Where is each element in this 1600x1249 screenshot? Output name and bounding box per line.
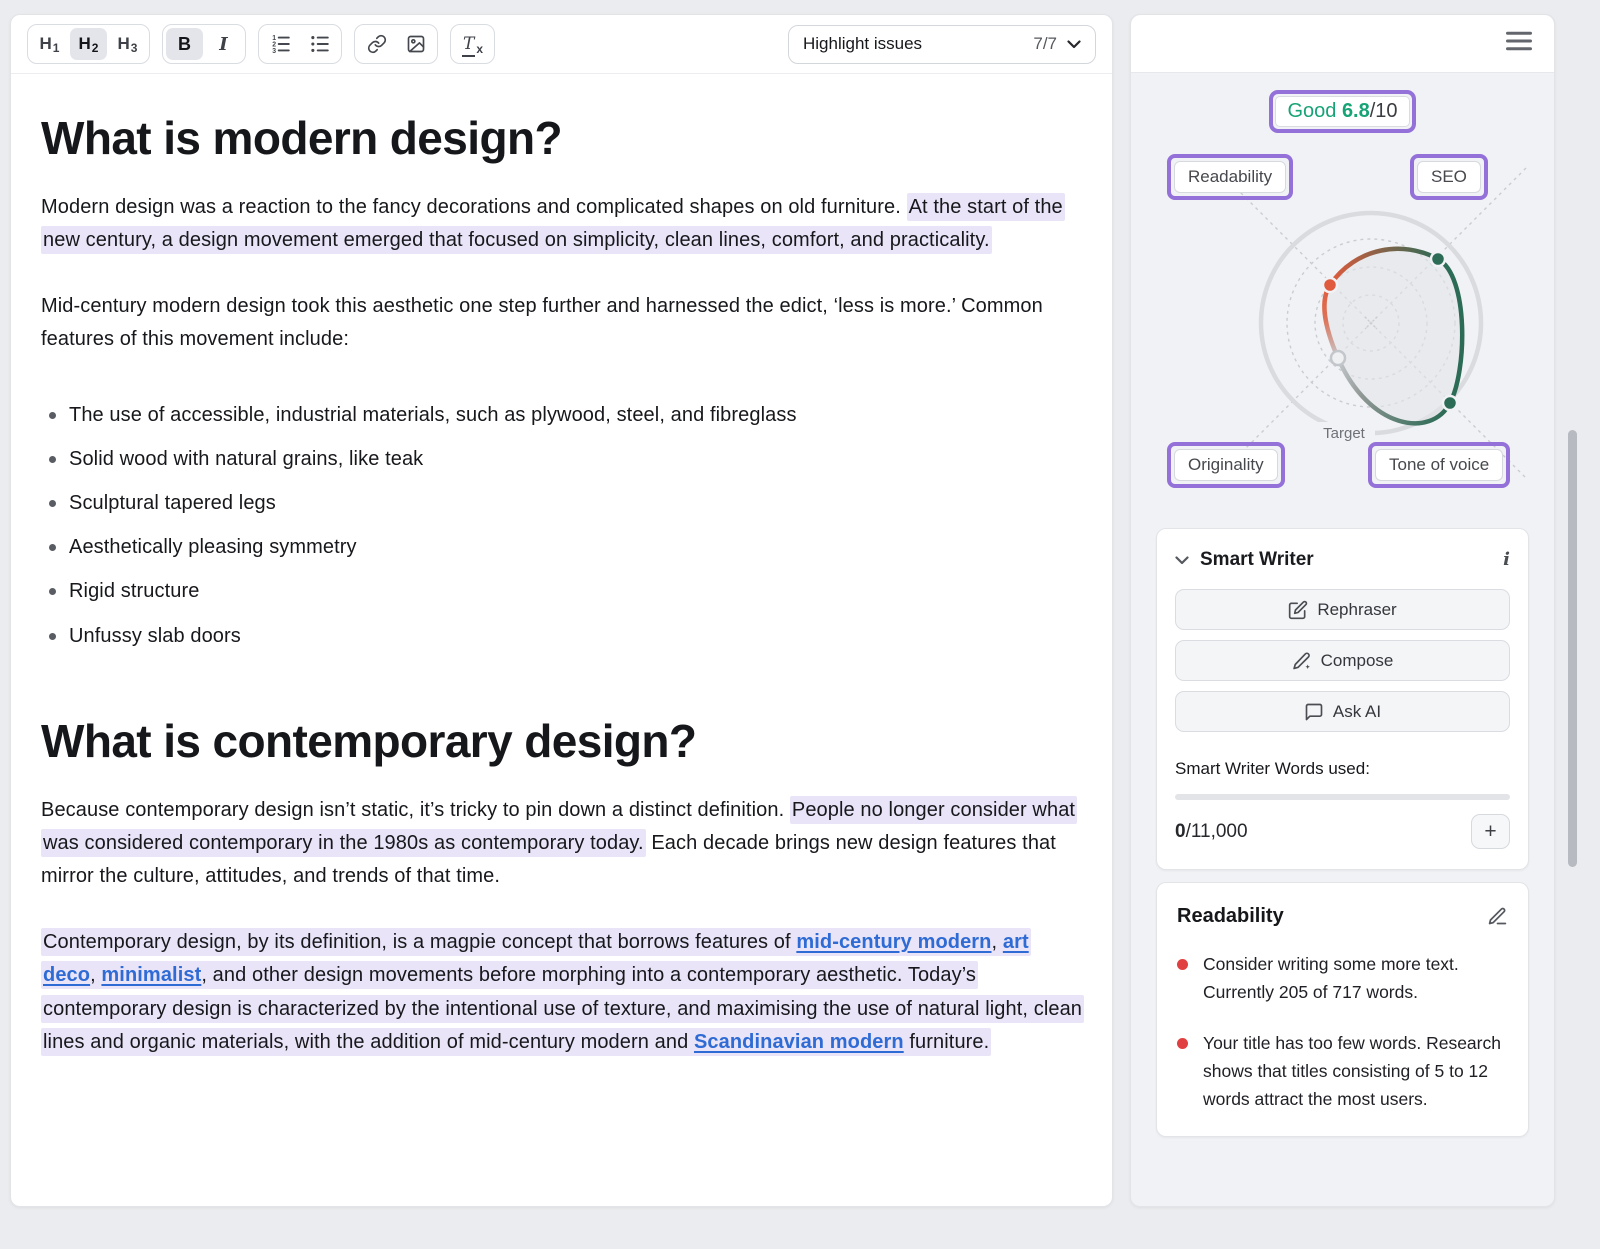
editor-toolbar: H1 H2 H3 B I 123 — [11, 15, 1112, 74]
chevron-down-icon — [1067, 34, 1081, 54]
clear-formatting-icon: Tx — [462, 34, 483, 54]
readability-point — [1323, 278, 1337, 292]
panel-body: Good 6.8/10 — [1131, 73, 1554, 1137]
doc-link[interactable]: mid-century modern — [796, 931, 991, 953]
bullet-list: The use of accessible, industrial materi… — [41, 399, 1086, 653]
quality-chart-area: Target Readability SEO Originality Tone … — [1131, 146, 1554, 488]
tone-of-voice-axis-label: Tone of voice — [1375, 449, 1503, 481]
editor-card: H1 H2 H3 B I 123 — [10, 14, 1113, 1207]
list-item: Unfussy slab doors — [69, 620, 1086, 653]
smart-writer-title: Smart Writer — [1200, 549, 1314, 571]
ask-ai-button[interactable]: Ask AI — [1175, 691, 1510, 732]
readability-card: Readability Consider writing some more t… — [1156, 882, 1529, 1137]
issue-bullet — [1177, 1038, 1188, 1049]
words-used-count: 0/11,000 — [1175, 821, 1248, 843]
format-button-group: B I — [162, 24, 246, 64]
insert-link-button[interactable] — [358, 28, 395, 60]
list-item: Sculptural tapered legs — [69, 487, 1086, 520]
svg-text:3: 3 — [272, 48, 276, 55]
document-editor[interactable]: What is modern design? Modern design was… — [11, 74, 1112, 1059]
heading-2-label: H — [79, 34, 91, 54]
highlight-issues-dropdown[interactable]: Highlight issues 7/7 — [788, 25, 1096, 64]
bold-button[interactable]: B — [166, 28, 203, 60]
overall-score: Good 6.8/10 — [1275, 96, 1409, 127]
compose-label: Compose — [1321, 651, 1394, 671]
words-used-label: Smart Writer Words used: — [1175, 759, 1510, 779]
seo-assistant-panel: Good 6.8/10 — [1130, 14, 1555, 1207]
highlight-issues-count: 7/7 — [1033, 34, 1057, 54]
image-icon — [406, 34, 426, 54]
bullet-list-button[interactable] — [301, 28, 338, 60]
readability-card-title: Readability — [1177, 905, 1284, 928]
issue-text: Consider writing some more text. Current… — [1203, 950, 1504, 1007]
insert-image-button[interactable] — [397, 28, 434, 60]
clear-formatting-button[interactable]: Tx — [454, 28, 491, 60]
ask-ai-label: Ask AI — [1333, 702, 1381, 722]
tone-of-voice-annotation-box: Tone of voice — [1368, 442, 1510, 488]
list-item: The use of accessible, industrial materi… — [69, 399, 1086, 432]
readability-annotation-box: Readability — [1167, 154, 1293, 200]
readability-issue: Your title has too few words. Research s… — [1177, 1029, 1508, 1114]
issue-highlight: Contemporary design, by its definition, … — [41, 928, 1084, 1056]
heading-3-label: H — [118, 34, 130, 54]
panel-header — [1131, 15, 1554, 73]
seo-point — [1431, 252, 1445, 266]
issue-text: Your title has too few words. Research s… — [1203, 1029, 1504, 1114]
list-button-group: 123 — [258, 24, 342, 64]
heading-1-button[interactable]: H1 — [31, 28, 68, 60]
highlight-issues-label: Highlight issues — [803, 34, 922, 54]
list-item: Solid wood with natural grains, like tea… — [69, 443, 1086, 476]
edit-pencil-icon[interactable] — [1487, 906, 1508, 927]
rephraser-button[interactable]: Rephraser — [1175, 589, 1510, 630]
chat-bubble-icon — [1304, 702, 1324, 722]
originality-point — [1331, 351, 1345, 365]
paragraph: Contemporary design, by its definition, … — [41, 926, 1086, 1059]
list-item: Aesthetically pleasing symmetry — [69, 531, 1086, 564]
bullet-list-icon — [309, 33, 331, 55]
rephraser-icon — [1288, 600, 1308, 620]
issue-bullet — [1177, 959, 1188, 970]
originality-axis-label: Originality — [1174, 449, 1278, 481]
score-annotation-box: Good 6.8/10 — [1269, 90, 1415, 133]
doc-heading-modern-design: What is modern design? — [41, 112, 1086, 165]
heading-1-label: H — [40, 34, 52, 54]
target-label: Target — [1323, 425, 1366, 442]
compose-icon — [1292, 651, 1312, 671]
readability-axis-label: Readability — [1174, 161, 1286, 193]
score-total: /10 — [1370, 100, 1398, 122]
heading-2-button[interactable]: H2 — [70, 28, 107, 60]
paragraph: Mid-century modern design took this aest… — [41, 290, 1086, 356]
seo-axis-label: SEO — [1417, 161, 1481, 193]
plus-icon: + — [1484, 820, 1496, 844]
heading-button-group: H1 H2 H3 — [27, 24, 150, 64]
ordered-list-button[interactable]: 123 — [262, 28, 299, 60]
chevron-down-icon[interactable] — [1175, 556, 1189, 565]
menu-icon[interactable] — [1506, 31, 1532, 56]
italic-button[interactable]: I — [205, 28, 242, 60]
info-icon[interactable]: i — [1503, 551, 1510, 569]
rephraser-label: Rephraser — [1317, 600, 1396, 620]
ordered-list-icon: 123 — [270, 33, 292, 55]
doc-heading-contemporary-design: What is contemporary design? — [41, 715, 1086, 768]
compose-button[interactable]: Compose — [1175, 640, 1510, 681]
smart-writer-card: Smart Writer i Rephraser Compose Ask AI — [1156, 528, 1529, 870]
originality-annotation-box: Originality — [1167, 442, 1285, 488]
paragraph: Because contemporary design isn’t static… — [41, 794, 1086, 894]
add-words-button[interactable]: + — [1471, 814, 1510, 849]
doc-link[interactable]: minimalist — [101, 964, 201, 986]
scrollbar-thumb[interactable] — [1568, 430, 1577, 867]
readability-issue: Consider writing some more text. Current… — [1177, 950, 1508, 1007]
score-value: 6.8 — [1342, 100, 1370, 122]
clear-format-group: Tx — [450, 24, 495, 64]
words-used-progress — [1175, 794, 1510, 800]
seo-annotation-box: SEO — [1410, 154, 1488, 200]
link-icon — [367, 34, 387, 54]
doc-link[interactable]: Scandinavian modern — [694, 1031, 904, 1053]
paragraph: Modern design was a reaction to the fanc… — [41, 191, 1086, 257]
tone-of-voice-point — [1443, 396, 1457, 410]
insert-button-group — [354, 24, 438, 64]
score-rating-label: Good — [1287, 100, 1336, 122]
list-item: Rigid structure — [69, 575, 1086, 608]
heading-3-button[interactable]: H3 — [109, 28, 146, 60]
